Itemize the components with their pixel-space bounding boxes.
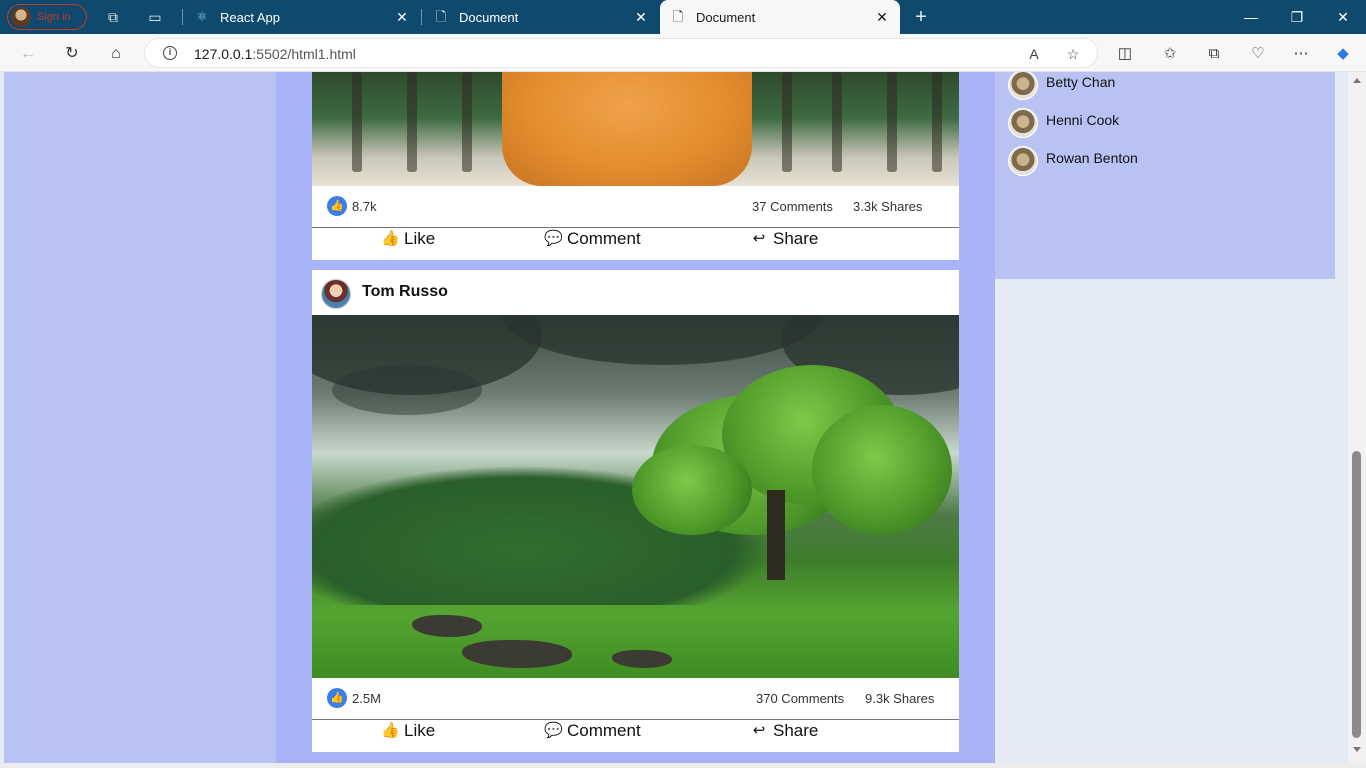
- like-count: 2.5M: [352, 691, 381, 706]
- author-name[interactable]: Tom Russo: [362, 283, 448, 301]
- read-aloud-icon[interactable]: A: [1025, 45, 1043, 63]
- comment-icon: 💬: [544, 230, 563, 247]
- close-window-icon[interactable]: ✕: [1320, 0, 1366, 34]
- close-icon[interactable]: ✕: [874, 9, 890, 25]
- post-header: Tom Russo: [312, 270, 959, 315]
- profile-button[interactable]: Sign in: [7, 4, 87, 30]
- post-image: [312, 315, 959, 678]
- scroll-thumb[interactable]: [1352, 451, 1361, 738]
- share-button[interactable]: ↩ Share: [750, 229, 819, 249]
- scroll-down-arrow-icon[interactable]: [1353, 747, 1361, 752]
- like-icon: 👍: [327, 196, 347, 216]
- like-icon: 👍: [327, 688, 347, 708]
- thumbs-up-icon: 👍: [381, 230, 400, 247]
- profile-avatar: [11, 7, 31, 27]
- minimize-icon[interactable]: —: [1228, 0, 1274, 34]
- post-stats: 👍 2.5M 370 Comments 9.3k Shares: [312, 678, 959, 720]
- new-tab-icon[interactable]: +: [912, 7, 930, 27]
- close-icon[interactable]: ✕: [394, 9, 410, 25]
- post-image: [312, 72, 959, 186]
- address-toolbar: ← ↻ ⌂ i 127.0.0.1:5502/html1.html A ☆ ◫ …: [0, 34, 1366, 72]
- comment-count[interactable]: 37 Comments: [752, 199, 833, 214]
- thumbs-up-icon: 👍: [381, 722, 400, 739]
- comment-icon: 💬: [544, 722, 563, 739]
- share-count[interactable]: 9.3k Shares: [865, 691, 934, 706]
- split-screen-icon[interactable]: ◫: [1114, 43, 1136, 65]
- like-count: 8.7k: [352, 199, 377, 214]
- back-icon[interactable]: ←: [17, 43, 39, 65]
- contact-avatar: [1008, 108, 1038, 138]
- browser-tab-bar: Sign in ⧉ ▭ ⚛ React App ✕ 🗋 Document ✕ 🗋…: [0, 0, 1366, 34]
- document-icon: 🗋: [672, 9, 684, 24]
- browser-essentials-icon[interactable]: ♡: [1247, 43, 1269, 65]
- comment-count[interactable]: 370 Comments: [756, 691, 844, 706]
- profile-label: Sign in: [37, 11, 71, 23]
- contact-name: Henni Cook: [1046, 112, 1120, 128]
- tab-document-1[interactable]: 🗋 Document ✕: [423, 0, 659, 34]
- share-icon: ↩: [752, 722, 766, 739]
- comment-button[interactable]: 💬 Comment: [544, 229, 641, 249]
- post-card: Tom Russo 👍 2.5M 370 Comments 9.3k Share…: [312, 270, 959, 752]
- refresh-icon[interactable]: ↻: [61, 43, 83, 65]
- left-sidebar: [4, 72, 276, 763]
- page-scrollbar[interactable]: [1348, 72, 1366, 763]
- like-button[interactable]: 👍 Like: [381, 229, 435, 249]
- tab-title: React App: [220, 9, 280, 25]
- close-icon[interactable]: ✕: [633, 9, 649, 25]
- more-options-icon[interactable]: ⋯: [1290, 43, 1312, 65]
- contact-item[interactable]: Rowan Benton: [1008, 146, 1138, 176]
- share-icon: ↩: [752, 230, 766, 247]
- favorite-star-icon[interactable]: ☆: [1064, 45, 1082, 63]
- contact-name: Rowan Benton: [1046, 150, 1138, 166]
- tab-title: Document: [459, 9, 519, 25]
- contact-name: Betty Chan: [1046, 74, 1116, 90]
- collections-icon[interactable]: ⧉: [1203, 43, 1225, 65]
- copilot-icon[interactable]: ◆: [1332, 43, 1354, 65]
- tab-document-2[interactable]: 🗋 Document ✕: [660, 0, 900, 34]
- scroll-up-arrow-icon[interactable]: [1353, 78, 1361, 83]
- workspaces-icon[interactable]: ⧉: [104, 8, 122, 26]
- site-info-icon[interactable]: i: [163, 46, 177, 60]
- tab-react-app[interactable]: ⚛ React App ✕: [184, 0, 420, 34]
- favorites-icon[interactable]: ✩: [1159, 43, 1181, 65]
- document-icon: 🗋: [435, 9, 447, 24]
- like-button[interactable]: 👍 Like: [381, 721, 435, 741]
- contact-avatar: [1008, 72, 1038, 100]
- contact-avatar: [1008, 146, 1038, 176]
- post-stats: 👍 8.7k 37 Comments 3.3k Shares: [312, 186, 959, 228]
- tab-actions-icon[interactable]: ▭: [146, 8, 164, 26]
- share-count[interactable]: 3.3k Shares: [853, 199, 922, 214]
- author-avatar[interactable]: [321, 279, 351, 309]
- share-button[interactable]: ↩ Share: [750, 721, 819, 741]
- post-card: 👍 8.7k 37 Comments 3.3k Shares 👍 Like 💬 …: [312, 72, 959, 260]
- home-icon[interactable]: ⌂: [105, 43, 127, 65]
- contacts-panel: Betty Chan Henni Cook Rowan Benton: [995, 72, 1335, 279]
- react-icon: ⚛: [196, 9, 208, 24]
- address-bar[interactable]: i 127.0.0.1:5502/html1.html A ☆: [144, 38, 1098, 68]
- contact-item[interactable]: Betty Chan: [1008, 72, 1115, 100]
- restore-icon[interactable]: ❐: [1274, 0, 1320, 34]
- page-viewport: 👍 8.7k 37 Comments 3.3k Shares 👍 Like 💬 …: [0, 72, 1348, 763]
- url-text[interactable]: 127.0.0.1:5502/html1.html: [194, 46, 356, 62]
- tab-title: Document: [696, 9, 756, 25]
- contact-item[interactable]: Henni Cook: [1008, 108, 1119, 138]
- feed: 👍 8.7k 37 Comments 3.3k Shares 👍 Like 💬 …: [276, 72, 995, 763]
- comment-button[interactable]: 💬 Comment: [544, 721, 641, 741]
- bottom-edge: [0, 763, 1366, 768]
